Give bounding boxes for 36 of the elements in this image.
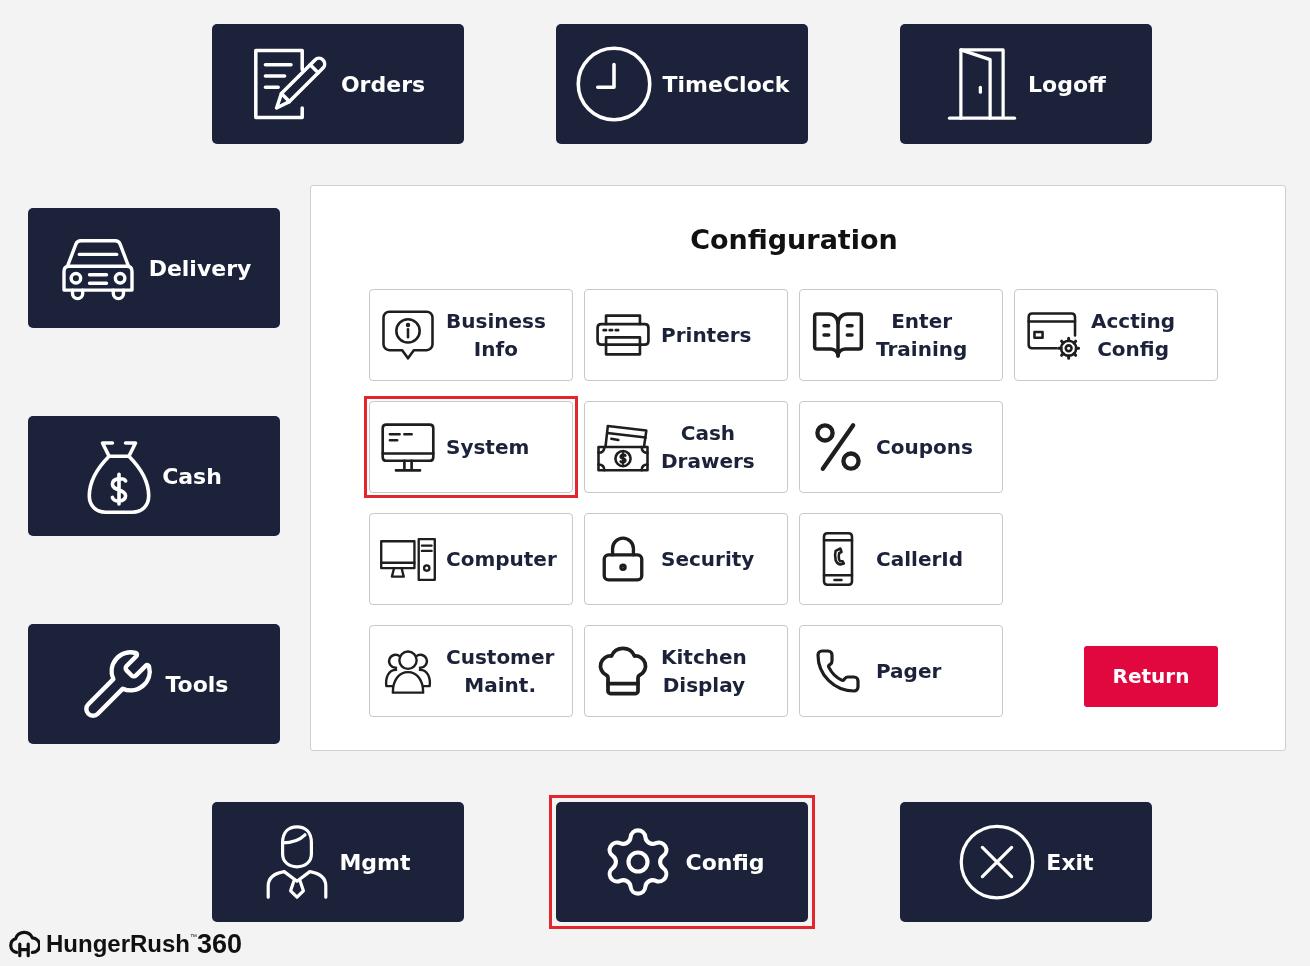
nav-button[interactable]: Logoff [900, 24, 1152, 144]
nav-button[interactable]: Exit [900, 802, 1152, 922]
people-group-icon [382, 647, 434, 695]
smartphone-icon [821, 531, 855, 587]
info-bubble-icon [380, 308, 436, 362]
option-button[interactable]: Enter Training [799, 289, 1003, 381]
nav-button[interactable]: Cash [28, 416, 280, 536]
option-button[interactable]: Computer [369, 513, 573, 605]
option-button[interactable]: Security [584, 513, 788, 605]
percent-icon [814, 421, 862, 473]
panel-title: Configuration [690, 223, 898, 257]
option-button[interactable]: System [369, 401, 573, 493]
option-button[interactable]: Cash Drawers [584, 401, 788, 493]
clock-icon [574, 45, 653, 123]
nav-button[interactable]: TimeClock [556, 24, 808, 144]
person-tie-icon [265, 823, 330, 901]
option-button[interactable]: Printers [584, 289, 788, 381]
monitor-icon [379, 420, 437, 474]
option-button[interactable]: Pager [799, 625, 1003, 717]
close-circle-icon [958, 823, 1037, 901]
option-button[interactable]: Coupons [799, 401, 1003, 493]
option-button[interactable]: Customer Maint. [369, 625, 573, 717]
card-gear-icon [1025, 309, 1081, 361]
printer-icon [593, 312, 653, 358]
option-button[interactable]: Kitchen Display [584, 625, 788, 717]
door-icon [946, 45, 1019, 123]
nav-button[interactable]: Config [556, 802, 808, 922]
option-button[interactable]: CallerId [799, 513, 1003, 605]
option-button[interactable]: Business Info [369, 289, 573, 381]
nav-button[interactable]: Tools [28, 624, 280, 744]
nav-button[interactable]: Mgmt [212, 802, 464, 922]
nav-button[interactable]: Delivery [28, 208, 280, 328]
nav-button[interactable]: Orders [212, 24, 464, 144]
cloud-logo-icon [8, 930, 40, 958]
return-button[interactable]: Return [1084, 645, 1218, 707]
option-button[interactable]: Accting Config [1014, 289, 1218, 381]
